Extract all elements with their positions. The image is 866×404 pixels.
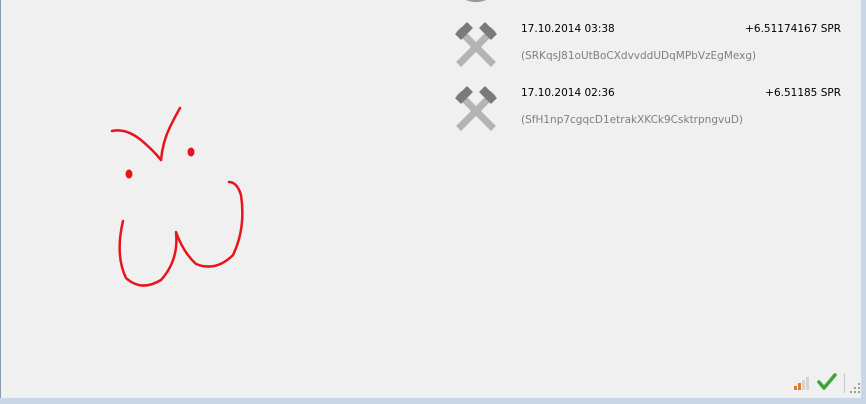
window-frame-bottom xyxy=(0,398,866,404)
resize-grip-icon[interactable] xyxy=(849,382,861,394)
transaction-address: (SRKqsJ81oUtBoCXdvvddUDqMPbVzEgMexg) xyxy=(521,50,757,62)
mined-pickaxe-icon xyxy=(455,86,497,131)
window-frame-right xyxy=(861,0,866,404)
transaction-row[interactable]: 17.10.2014 02:36 +6.51185 SPR (SfH1np7cg… xyxy=(451,80,846,140)
transaction-amount: +6.51185 SPR xyxy=(765,87,841,99)
transaction-address: (SfH1np7cgqcD1etrakXKCk9CsktrpngvuD) xyxy=(521,114,744,126)
transaction-date: 17.10.2014 03:38 xyxy=(521,23,615,35)
transaction-amount: +6.51174167 SPR xyxy=(745,23,841,35)
mined-pickaxe-icon xyxy=(455,22,497,67)
mined-pickaxe-icon-partial xyxy=(466,0,486,2)
status-separator xyxy=(844,373,845,393)
wallet-window: 17.10.2014 03:38 +6.51174167 SPR (SRKqsJ… xyxy=(0,0,866,403)
freehand-drawing xyxy=(110,106,244,287)
network-signal-icon[interactable] xyxy=(793,375,813,391)
synced-check-icon[interactable] xyxy=(817,373,837,391)
status-bar xyxy=(1,368,863,398)
transaction-row[interactable]: 17.10.2014 03:38 +6.51174167 SPR (SRKqsJ… xyxy=(451,16,846,76)
transaction-date: 17.10.2014 02:36 xyxy=(521,87,615,99)
